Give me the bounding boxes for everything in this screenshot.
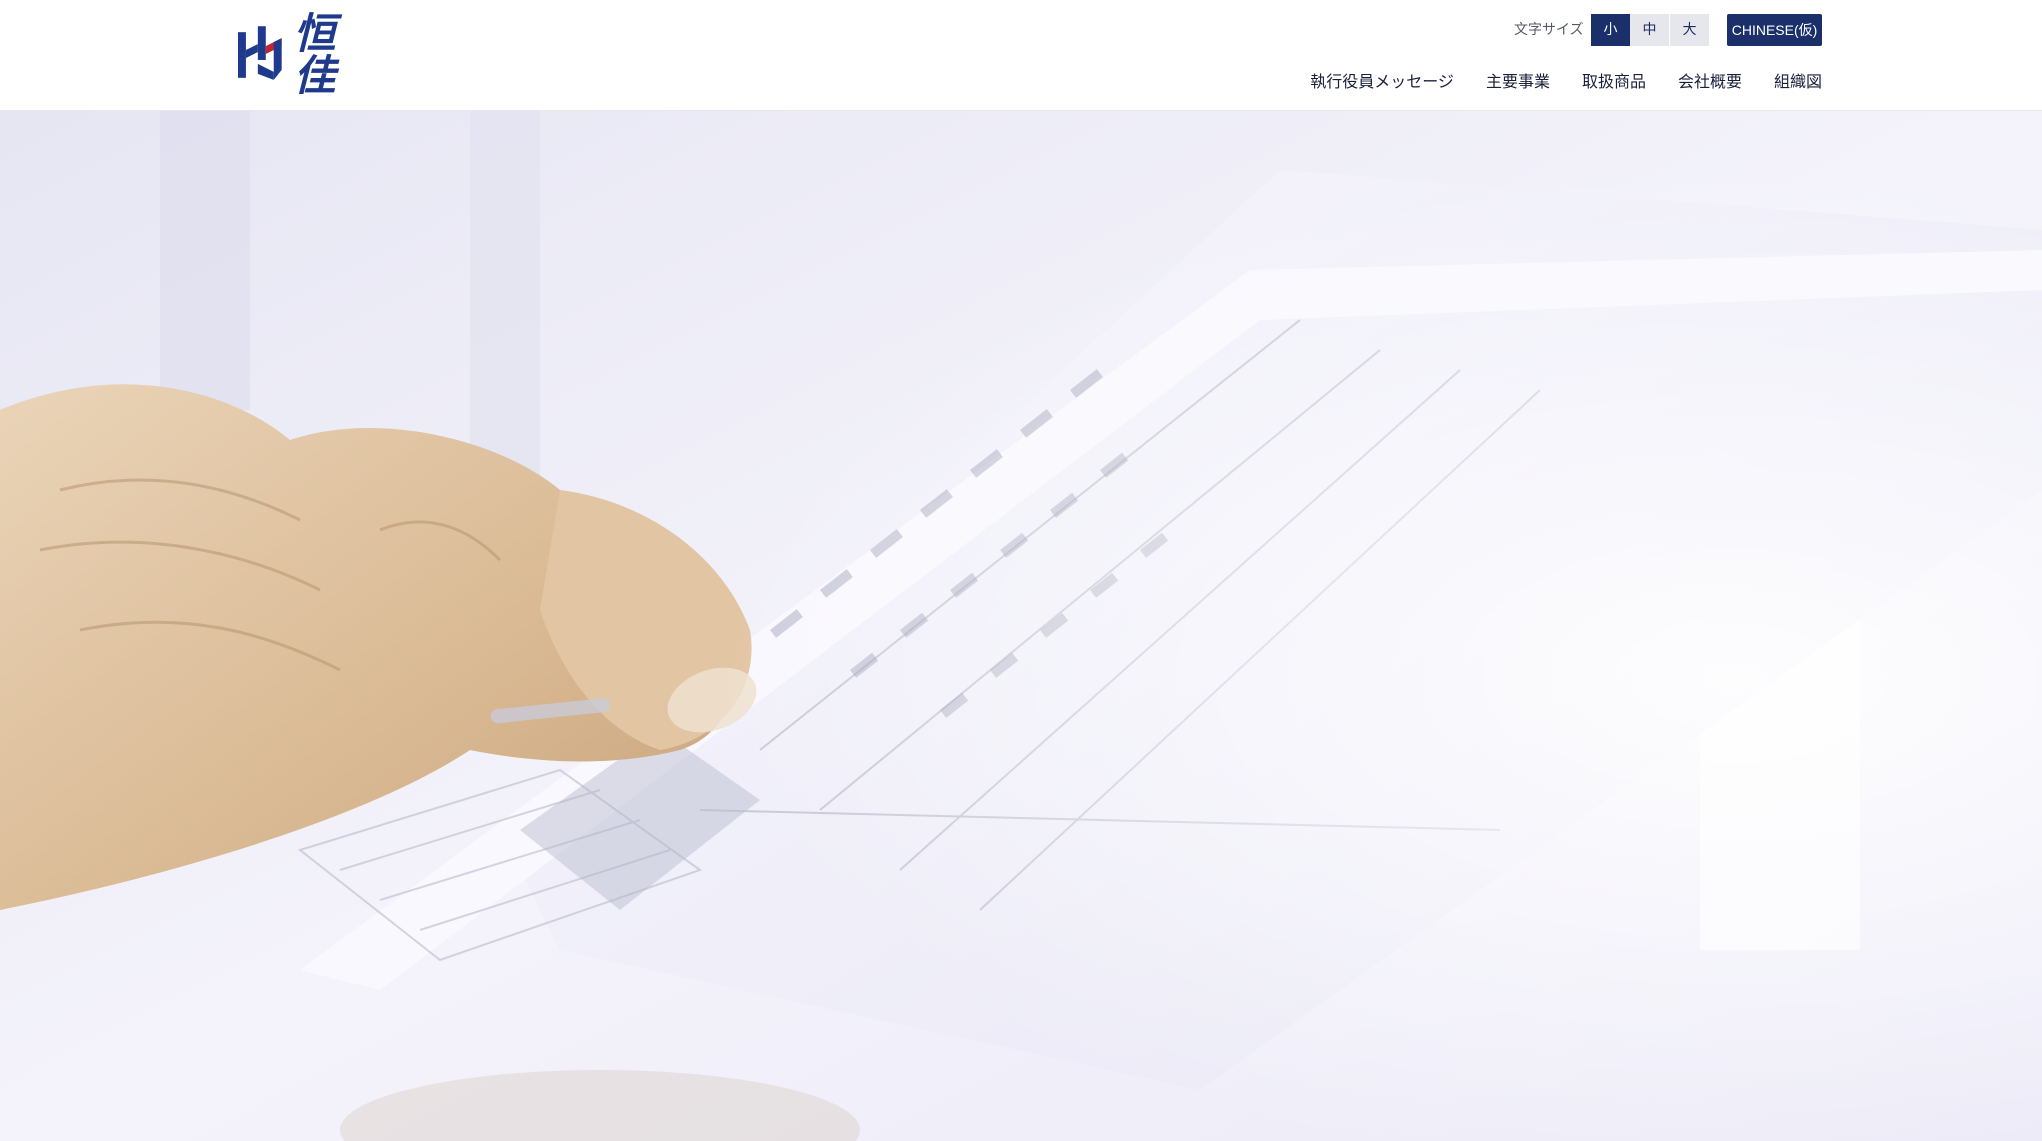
nav-item-company-profile[interactable]: 会社概要 [1678, 70, 1742, 94]
nav-item-products[interactable]: 取扱商品 [1582, 70, 1646, 94]
nav-item-org-chart[interactable]: 組織図 [1774, 70, 1822, 94]
font-size-label: 文字サイズ [1514, 22, 1584, 38]
font-size-large-button[interactable]: 大 [1670, 14, 1709, 46]
nav-item-main-business[interactable]: 主要事業 [1486, 70, 1550, 94]
hero-photo-illustration [0, 110, 2042, 1141]
site-logo[interactable]: 恒佳 [236, 13, 381, 97]
font-size-medium-button[interactable]: 中 [1630, 14, 1669, 46]
chinese-language-button[interactable]: CHINESE(仮) [1727, 14, 1822, 46]
font-size-small-button[interactable]: 小 [1591, 14, 1630, 46]
main-nav: 執行役員メッセージ 主要事業 取扱商品 会社概要 組織図 [1310, 70, 1822, 94]
logo-text: 恒佳 [293, 9, 338, 100]
hj-logo-mark-icon [237, 26, 282, 80]
hero-image [0, 110, 2042, 1141]
site-header: 恒佳 文字サイズ 小 中 大 CHINESE(仮) 執行役員メッセージ 主要事業… [0, 0, 2042, 111]
nav-item-executive-message[interactable]: 執行役員メッセージ [1310, 70, 1454, 94]
